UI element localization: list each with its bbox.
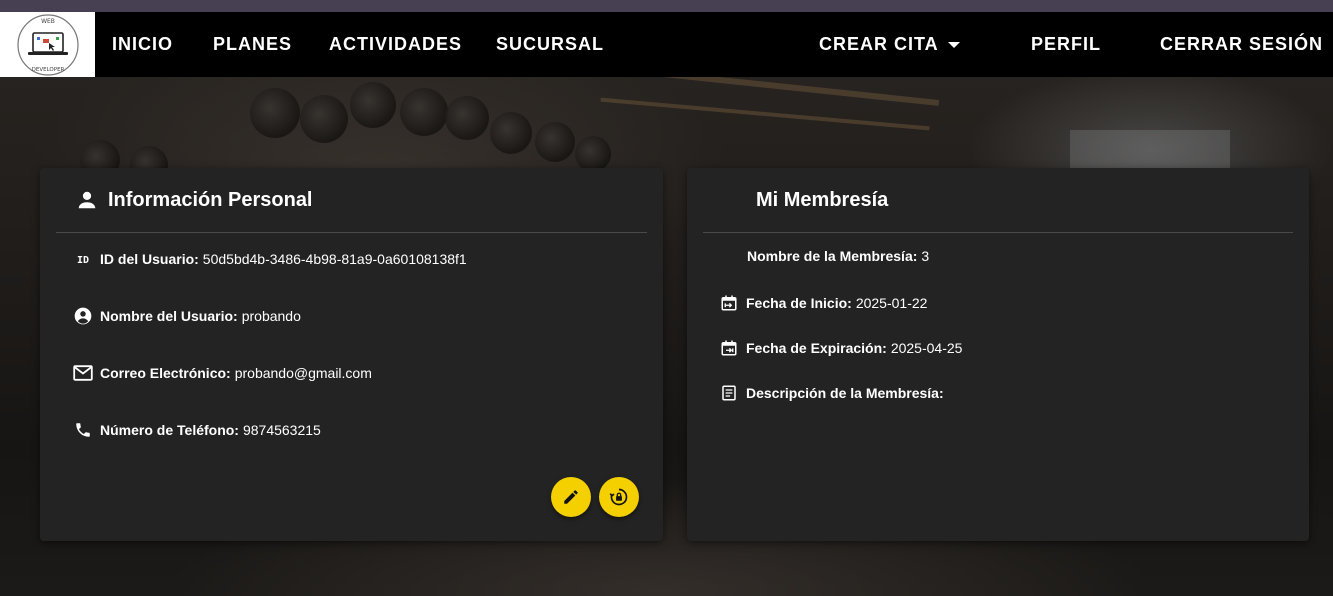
id-icon: ID [73,249,93,269]
edit-button[interactable] [551,477,591,517]
user-id-row: ID ID del Usuario: 50d5bd4b-3486-4b98-81… [73,249,467,269]
caret-down-icon [947,41,960,48]
phone-label: Número de Teléfono: [100,422,239,438]
user-id-value: 50d5bd4b-3486-4b98-81a9-0a60108138f1 [202,251,467,267]
nav-actividades-label: ACTIVIDADES [329,34,463,54]
account-circle-icon [73,306,93,326]
top-strip [0,0,1333,12]
personal-info-header: Información Personal [56,168,647,233]
navbar: WEB DEVELOPER INICIO PLANES ACTIVIDADES … [0,12,1333,77]
nav-crear-cita-dropdown[interactable]: CREAR CITA [819,12,960,77]
email-value: probando@gmail.com [234,365,372,381]
nav-inicio[interactable]: INICIO [112,12,173,77]
phone-value: 9874563215 [242,422,321,438]
username-value: probando [241,308,301,324]
web-developer-logo[interactable]: WEB DEVELOPER [0,12,95,77]
membership-name-value: 3 [921,248,930,264]
expiration-date-row: Fecha de Expiración: 2025-04-25 [719,338,962,358]
edit-icon [562,488,580,506]
nav-actividades[interactable]: ACTIVIDADES [329,12,462,77]
svg-text:ID: ID [77,255,89,266]
nav-perfil[interactable]: PERFIL [1031,12,1101,77]
membership-title: Mi Membresía [756,188,889,211]
start-date-label: Fecha de Inicio: [746,295,852,311]
personal-info-title: Información Personal [108,188,313,211]
start-date-value: 2025-01-22 [855,295,928,311]
username-label: Nombre del Usuario: [100,308,238,324]
nav-planes[interactable]: PLANES [213,12,292,77]
description-row: Descripción de la Membresía: [719,383,948,403]
nav-inicio-label: INICIO [112,34,174,54]
phone-row: Número de Teléfono: 9874563215 [73,420,321,440]
membership-name-row: Nombre de la Membresía: 3 [747,248,929,264]
nav-sucursal[interactable]: SUCURSAL [496,12,604,77]
nav-sucursal-label: SUCURSAL [496,34,605,54]
svg-text:WEB: WEB [41,18,55,25]
phone-icon [73,420,93,440]
nav-perfil-label: PERFIL [1031,34,1102,54]
svg-text:DEVELOPER: DEVELOPER [31,67,64,73]
email-row: Correo Electrónico: probando@gmail.com [73,363,372,383]
change-password-button[interactable] [599,477,639,517]
email-label: Correo Electrónico: [100,365,231,381]
email-icon [73,363,93,383]
membership-name-label: Nombre de la Membresía: [747,248,918,264]
lock-reset-icon [609,487,629,507]
membership-card: Mi Membresía Nombre de la Membresía: 3 F… [687,168,1309,541]
personal-info-card: Información Personal ID ID del Usuario: … [40,168,663,541]
username-row: Nombre del Usuario: probando [73,306,301,326]
user-id-label: ID del Usuario: [100,251,199,267]
calendar-start-icon [719,293,739,313]
calendar-end-icon [719,338,739,358]
person-icon [76,189,98,211]
membership-header: Mi Membresía [703,168,1293,233]
description-icon [719,383,739,403]
logo-icon: WEB DEVELOPER [16,13,79,76]
expiration-date-label: Fecha de Expiración: [746,340,887,356]
nav-cerrar-sesion[interactable]: CERRAR SESIÓN [1160,12,1323,77]
nav-crear-cita-label: CREAR CITA [819,34,939,54]
start-date-row: Fecha de Inicio: 2025-01-22 [719,293,927,313]
nav-cerrar-sesion-label: CERRAR SESIÓN [1160,34,1324,54]
expiration-date-value: 2025-04-25 [890,340,963,356]
description-label: Descripción de la Membresía: [746,385,944,401]
nav-planes-label: PLANES [213,34,293,54]
